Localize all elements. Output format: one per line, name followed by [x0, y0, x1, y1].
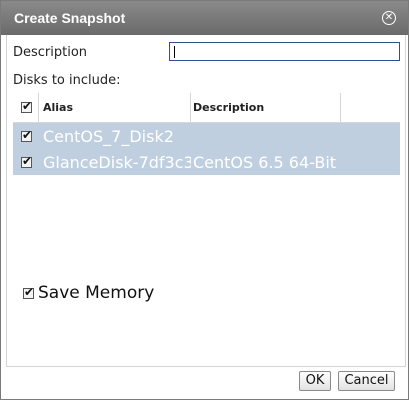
- disk-description: CentOS 6.5 64-Bit: [193, 153, 337, 172]
- disk-alias: GlanceDisk-7df3c3: [43, 153, 191, 172]
- description-label: Description: [13, 45, 88, 60]
- create-snapshot-dialog: Create Snapshot ✕ Description Disks to i…: [0, 0, 409, 400]
- save-memory-checkbox[interactable]: ✔: [23, 285, 35, 299]
- header-select-cell: ✔: [13, 93, 39, 122]
- column-header-alias[interactable]: Alias: [39, 93, 191, 122]
- column-header-description[interactable]: Description: [191, 93, 341, 122]
- table-row[interactable]: ✔ CentOS_7_Disk2: [13, 123, 400, 149]
- dialog-title: Create Snapshot: [14, 10, 126, 26]
- ok-button[interactable]: OK: [299, 371, 331, 391]
- cancel-button[interactable]: Cancel: [338, 371, 395, 391]
- table-header: ✔ Alias Description: [13, 93, 400, 123]
- check-icon: ✔: [24, 285, 35, 299]
- dialog-titlebar[interactable]: Create Snapshot ✕: [1, 1, 408, 35]
- check-icon: ✔: [22, 128, 33, 142]
- row-checkbox[interactable]: ✔: [21, 128, 33, 142]
- select-all-checkbox[interactable]: ✔: [21, 99, 33, 113]
- table-row[interactable]: ✔ GlanceDisk-7df3c3 CentOS 6.5 64-Bit: [13, 149, 400, 175]
- disk-alias: CentOS_7_Disk2: [43, 127, 174, 146]
- check-icon: ✔: [22, 99, 33, 113]
- close-icon[interactable]: ✕: [382, 11, 396, 25]
- text-caret: [174, 46, 175, 58]
- save-memory-label[interactable]: Save Memory: [38, 283, 154, 303]
- description-input[interactable]: [169, 42, 400, 61]
- disks-to-include-label: Disks to include:: [13, 73, 121, 88]
- disks-table: ✔ Alias Description ✔ CentOS_7_Disk2 ✔ G…: [13, 93, 400, 358]
- check-icon: ✔: [22, 154, 33, 168]
- row-checkbox[interactable]: ✔: [21, 154, 33, 168]
